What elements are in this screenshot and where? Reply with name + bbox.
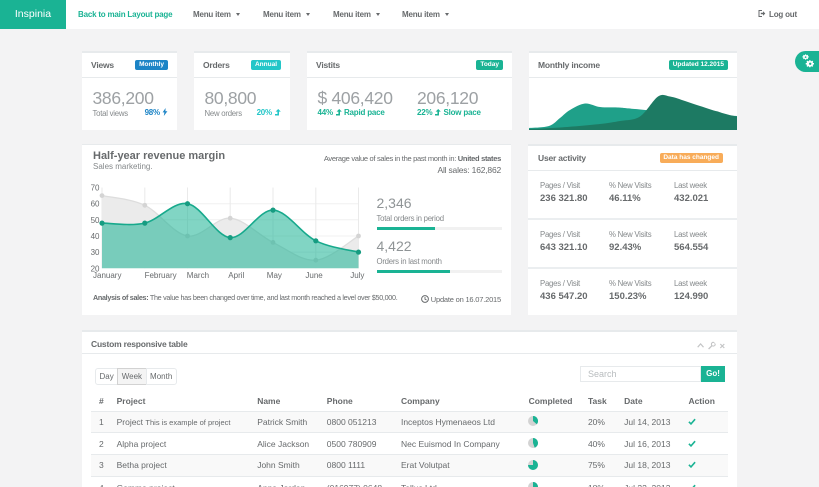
svg-text:April: April [228, 271, 244, 280]
svg-text:July: July [350, 271, 364, 280]
svg-text:February: February [145, 271, 177, 280]
svg-text:January: January [93, 271, 121, 280]
svg-text:30: 30 [91, 248, 100, 257]
svg-text:June: June [305, 271, 323, 280]
svg-text:50: 50 [91, 216, 100, 225]
svg-text:May: May [267, 271, 282, 280]
svg-text:40: 40 [91, 232, 100, 241]
svg-text:March: March [187, 271, 209, 280]
svg-text:70: 70 [91, 184, 100, 193]
svg-text:60: 60 [91, 200, 100, 209]
